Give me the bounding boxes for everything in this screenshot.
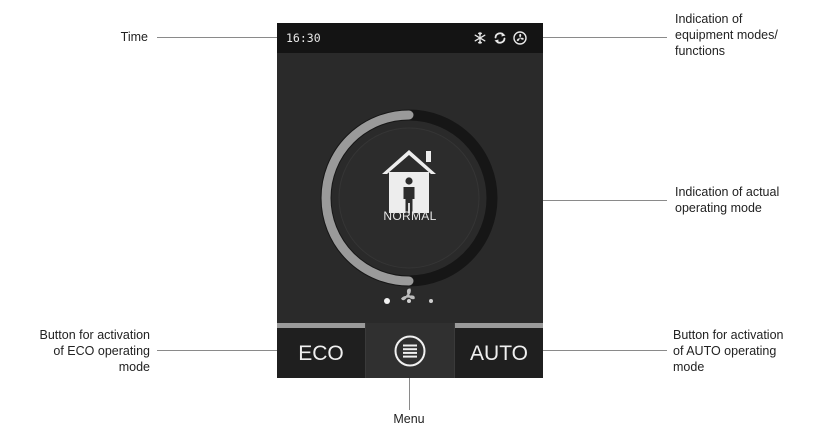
callout-time-text: Time xyxy=(120,30,148,44)
eco-button-label: ECO xyxy=(298,342,344,365)
callout-equipment-modes: Indication of equipment modes/ functions xyxy=(675,11,815,59)
callout-eco-line3: mode xyxy=(118,360,150,374)
clock-time: 16:30 xyxy=(286,31,321,45)
callout-auto-button: Button for activation of AUTO operating … xyxy=(673,327,819,375)
callout-modes-line3: functions xyxy=(675,44,726,58)
callout-modes-line2: equipment modes/ xyxy=(675,28,778,42)
callout-eco-line1: Button for activation xyxy=(39,328,150,342)
callout-actual-line1: Indication of actual xyxy=(675,185,780,199)
page-dot-active[interactable] xyxy=(384,298,390,304)
callout-time: Time xyxy=(60,29,148,45)
leader-line-eco xyxy=(157,350,277,351)
page-dot[interactable] xyxy=(429,299,433,303)
snowflake-icon xyxy=(474,31,486,45)
status-bar: 16:30 xyxy=(277,23,543,53)
eco-mode-button[interactable]: ECO xyxy=(277,323,365,378)
operating-mode-dial xyxy=(320,109,498,301)
leader-line-time xyxy=(157,37,277,38)
callout-actual-mode: Indication of actual operating mode xyxy=(675,184,815,216)
auto-mode-button[interactable]: AUTO xyxy=(455,323,543,378)
callout-menu: Menu xyxy=(380,411,438,427)
device-screen: 16:30 NORMAL ECO AUTO xyxy=(277,23,543,378)
menu-button[interactable] xyxy=(365,323,455,378)
callout-menu-text: Menu xyxy=(393,412,425,426)
callout-actual-line2: operating mode xyxy=(675,201,762,215)
leader-line-modes xyxy=(543,37,667,38)
operating-mode-label: NORMAL xyxy=(383,209,437,223)
auto-button-accent-strip xyxy=(455,323,543,328)
menu-icon xyxy=(394,335,426,367)
callout-eco-button: Button for activation of ECO operating m… xyxy=(0,327,150,375)
callout-auto-line1: Button for activation xyxy=(673,328,784,342)
eco-button-accent-strip xyxy=(277,323,365,328)
fan-icon xyxy=(513,31,527,45)
page-dot[interactable] xyxy=(407,299,411,303)
bottom-button-bar: ECO AUTO xyxy=(277,323,543,378)
callout-modes-line1: Indication of xyxy=(675,12,743,26)
callout-auto-line2: of AUTO operating xyxy=(673,344,777,358)
auto-button-label: AUTO xyxy=(470,342,528,365)
callout-auto-line3: mode xyxy=(673,360,705,374)
callout-eco-line2: of ECO operating xyxy=(53,344,150,358)
recirculation-icon xyxy=(494,32,506,44)
